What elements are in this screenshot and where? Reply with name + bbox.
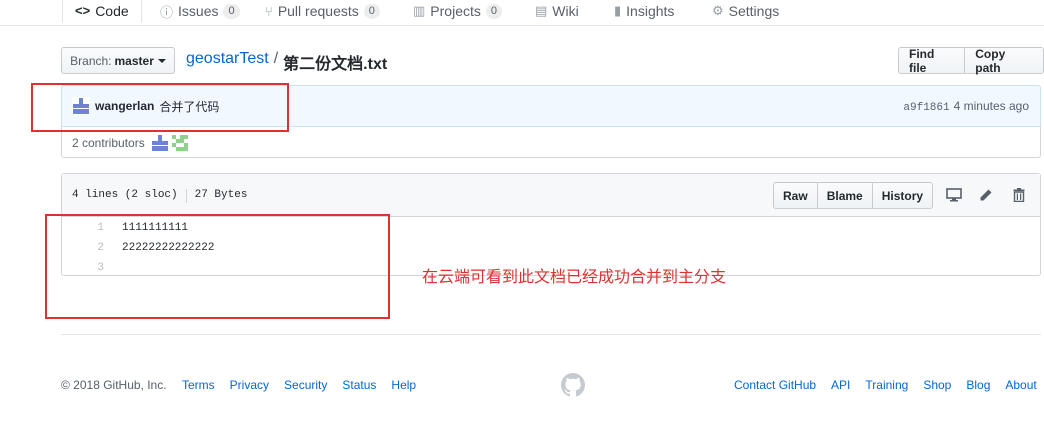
tab-label: Pull requests <box>277 3 359 19</box>
avatar[interactable] <box>170 134 189 152</box>
tab-label: Code <box>95 2 129 19</box>
tab-label: Projects <box>430 3 481 19</box>
graph-icon: ▮ <box>614 3 622 18</box>
branch-select-button[interactable]: Branch: master <box>61 47 175 74</box>
trash-icon[interactable] <box>1010 186 1028 204</box>
avatar[interactable] <box>150 134 169 152</box>
footer-link-contact[interactable]: Contact GitHub <box>734 378 816 392</box>
tab-wiki[interactable]: ▤ Wiki <box>535 0 579 22</box>
tab-code[interactable]: <> Code <box>62 0 142 23</box>
file-nav-buttons: Find file Copy path <box>898 47 1044 75</box>
footer-link-privacy[interactable]: Privacy <box>230 378 269 392</box>
code-icon: <> <box>75 3 91 18</box>
repo-nav: <> Code ⓘ Issues 0 ⑂ Pull requests 0 ▥ P… <box>0 0 1044 26</box>
breadcrumb-file-name: 第二份文档.txt <box>283 56 388 73</box>
highlight-box-commit <box>31 83 289 132</box>
gear-icon: ⚙ <box>712 3 724 18</box>
projects-counter: 0 <box>485 3 502 19</box>
breadcrumb-repo-link[interactable]: geostarTest <box>186 50 269 74</box>
footer-link-terms[interactable]: Terms <box>182 378 215 392</box>
highlight-box-code <box>45 214 390 319</box>
file-size: 27 Bytes <box>194 189 248 201</box>
find-file-button[interactable]: Find file <box>898 47 966 75</box>
pencil-icon[interactable] <box>977 186 995 204</box>
contributors-count[interactable]: 2 contributors <box>72 136 145 150</box>
issue-icon: ⓘ <box>160 4 174 20</box>
caret-down-icon <box>157 58 166 63</box>
annotation-text: 在云端可看到此文档已经成功合并到主分支 <box>422 267 727 286</box>
file-actions: Raw Blame History <box>773 182 934 209</box>
file-info: 4 lines (2 sloc) 27 Bytes <box>72 189 247 203</box>
tab-label: Insights <box>626 3 675 19</box>
copy-path-button[interactable]: Copy path <box>965 47 1044 75</box>
footer-link-status[interactable]: Status <box>342 378 376 392</box>
divider <box>185 189 187 203</box>
file-line-count: 4 lines (2 sloc) <box>72 189 178 201</box>
breadcrumb: geostarTest / 第二份文档.txt <box>186 50 387 74</box>
tab-pull-requests[interactable]: ⑂ Pull requests 0 <box>265 0 380 22</box>
breadcrumb-separator: / <box>273 50 279 67</box>
github-mark-icon[interactable] <box>561 373 585 397</box>
footer-links-right: Contact GitHub API Training Shop Blog Ab… <box>734 378 1037 392</box>
tab-projects[interactable]: ▥ Projects 0 <box>413 0 502 22</box>
tab-label: Issues <box>178 3 219 19</box>
tab-label: Wiki <box>552 3 579 19</box>
pull-request-icon: ⑂ <box>265 3 273 19</box>
pull-requests-counter: 0 <box>363 3 380 19</box>
raw-button[interactable]: Raw <box>773 182 818 209</box>
commit-sha-link[interactable]: a9f1861 <box>903 102 949 114</box>
footer-link-blog[interactable]: Blog <box>966 378 990 392</box>
file-header: 4 lines (2 sloc) 27 Bytes Raw Blame Hist… <box>62 174 1040 217</box>
footer-link-api[interactable]: API <box>831 378 850 392</box>
tab-issues[interactable]: ⓘ Issues 0 <box>160 0 240 22</box>
book-icon: ▤ <box>535 3 548 18</box>
footer-links-left: Terms Privacy Security Status Help <box>182 378 416 392</box>
desktop-icon[interactable] <box>945 186 963 204</box>
tab-settings[interactable]: ⚙ Settings <box>712 0 779 22</box>
commit-time: 4 minutes ago <box>953 99 1029 113</box>
footer-copyright: © 2018 GitHub, Inc. <box>61 378 167 392</box>
blame-button[interactable]: Blame <box>816 182 873 209</box>
tab-insights[interactable]: ▮ Insights <box>614 0 674 22</box>
footer-link-training[interactable]: Training <box>865 378 908 392</box>
footer-link-about[interactable]: About <box>1005 378 1036 392</box>
tab-label: Settings <box>728 3 780 19</box>
footer-link-security[interactable]: Security <box>284 378 327 392</box>
branch-prefix: Branch: <box>70 53 112 68</box>
footer-link-help[interactable]: Help <box>391 378 416 392</box>
history-button[interactable]: History <box>871 182 934 209</box>
project-icon: ▥ <box>413 3 426 18</box>
issues-counter: 0 <box>223 3 240 19</box>
branch-name: master <box>114 53 154 68</box>
footer-link-shop[interactable]: Shop <box>923 378 951 392</box>
footer-divider <box>61 334 1041 335</box>
